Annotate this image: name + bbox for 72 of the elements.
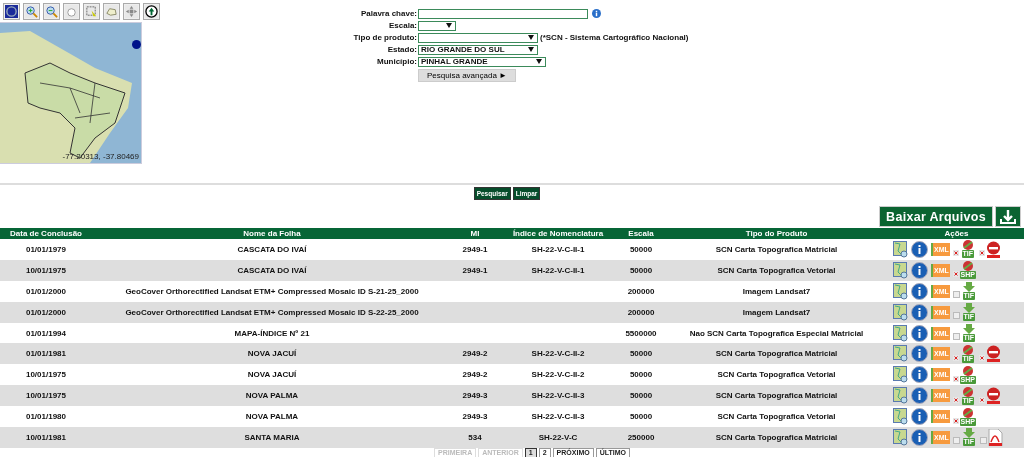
table-cell: 2949-3 (462, 412, 488, 422)
table-cell: SCN Carta Topografica Matricial (715, 244, 838, 254)
table-cell: 2949-1 (462, 244, 488, 254)
table-cell: SH-22-V-C-II-3 (531, 391, 585, 401)
table-cell: 50000 (629, 391, 653, 401)
table-cell: 01/01/1980 (25, 412, 66, 422)
table-cell: 10/01/1975 (25, 391, 66, 401)
table-cell: 2949-3 (462, 391, 488, 401)
table-cell: SANTA MARIA (244, 432, 300, 442)
table-cell: SCN Carta Topografica Vetorial (717, 412, 836, 422)
table-cell: SCN Carta Topografica Matricial (715, 432, 838, 442)
table-cell: 01/01/1981 (25, 349, 66, 359)
table-cell: 50000 (629, 412, 653, 422)
table-cell: SH-22-V-C-II-2 (531, 349, 585, 359)
table-cell: CASCATA DO IVAÍ (237, 244, 307, 254)
dropdown[interactable]: PINHAL GRANDE (418, 56, 546, 67)
table-cell: 50000 (629, 370, 653, 380)
table-cell: 5500000 (625, 328, 657, 338)
table-cell: 10/01/1975 (25, 265, 66, 275)
table-cell: SCN Carta Topografica Matricial (715, 391, 838, 401)
table-cell: 50000 (629, 265, 653, 275)
table-cell: SCN Carta Topografica Vetorial (717, 265, 836, 275)
table-cell: 01/01/1979 (25, 244, 66, 254)
table-cell: 250000 (627, 432, 655, 442)
table-cell: 01/01/1994 (25, 328, 66, 338)
column-header: Tipo do Produto (664, 228, 889, 239)
table-cell: NOVA PALMA (245, 412, 299, 422)
table-cell: SH-22-V-C (538, 432, 578, 442)
table-cell: SH-22-V-C-II-2 (531, 370, 585, 380)
table-cell: 200000 (627, 286, 655, 296)
table-cell: SH-22-V-C-II-1 (531, 265, 585, 275)
table-cell: 2949-2 (462, 370, 488, 380)
table-cell: 10/01/1981 (25, 432, 66, 442)
field-label: Município: (376, 57, 418, 66)
column-header: Data de Conclusão (0, 228, 92, 239)
table-cell: NOVA JACUÍ (247, 349, 297, 359)
table-cell: MAPA-ÍNDICE Nº 21 (234, 328, 310, 338)
table-cell: NOVA JACUÍ (247, 370, 297, 380)
column-header: Escala (618, 228, 664, 239)
table-cell: GeoCover Orthorectified Landsat ETM+ Compressed Mosaic ID S-22-25_2000 (125, 307, 419, 317)
column-header: Nome da Folha (92, 228, 452, 239)
table-cell: SH-22-V-C-II-3 (531, 412, 585, 422)
table-cell: CASCATA DO IVAÍ (237, 265, 307, 275)
field-label: Tipo de produto: (352, 33, 418, 42)
table-cell: 50000 (629, 349, 653, 359)
table-cell: SH-22-V-C-II-1 (531, 244, 585, 254)
map-coordinates: -77.20313, -37.80469 (62, 152, 139, 161)
dropdown[interactable]: RIO GRANDE DO SUL (418, 44, 538, 55)
field-label: Escala: (387, 21, 418, 30)
table-cell: Imagem Landsat7 (742, 307, 811, 317)
table-cell: 200000 (627, 307, 655, 317)
field-note: (*SCN - Sistema Cartográfico Nacional) (540, 33, 689, 42)
table-cell: 2949-2 (462, 349, 488, 359)
table-cell: 50000 (629, 244, 653, 254)
field-label: Palavra chave: (359, 9, 418, 18)
column-header: Índice de Nomenclatura (498, 228, 618, 239)
table-cell: SCN Carta Topografica Matricial (715, 349, 838, 359)
table-cell: Nao SCN Carta Topografica Especial Matricial (689, 328, 864, 338)
table-cell: Imagem Landsat7 (742, 286, 811, 296)
download-files-button[interactable]: Baixar Arquivos (879, 206, 993, 227)
advanced-search-button[interactable]: Pesquisa avançada ► (418, 68, 516, 82)
table-cell: GeoCover Orthorectified Landsat ETM+ Compressed Mosaic ID S-21-25_2000 (125, 286, 419, 296)
column-header: MI (452, 228, 498, 239)
table-cell: 2949-1 (462, 265, 488, 275)
column-header: Ações (889, 228, 1024, 239)
table-cell: 01/01/2000 (25, 307, 66, 317)
field-label: Estado: (386, 45, 418, 54)
table-cell: 01/01/2000 (25, 286, 66, 296)
table-cell: SCN Carta Topografica Vetorial (717, 370, 836, 380)
table-cell: NOVA PALMA (245, 391, 299, 401)
table-cell: 534 (468, 432, 482, 442)
table-cell: 10/01/1975 (25, 370, 66, 380)
